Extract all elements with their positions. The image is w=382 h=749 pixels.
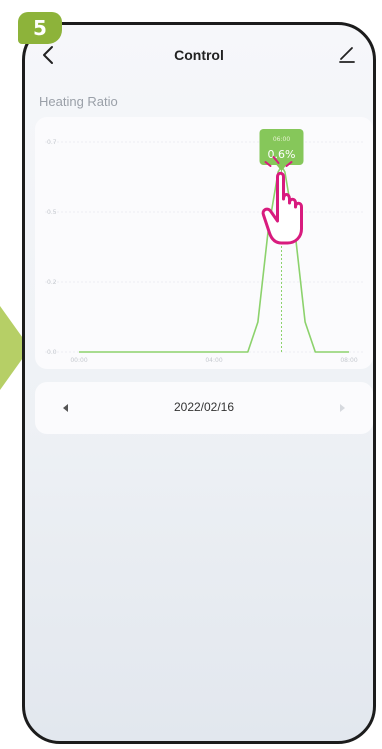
y-tick-label: 0.2 (47, 279, 57, 286)
chart-canvas: 0.7 0.5 0.2 0.0 00:00 04:00 08:00 06:00 0.6% (45, 129, 365, 364)
y-tick-label: 0.7 (47, 139, 57, 146)
header-bar: Control (25, 41, 373, 71)
tooltip-pointer (276, 165, 287, 171)
y-tick-label: 0.0 (47, 349, 57, 356)
x-tick-label: 08:00 (340, 357, 357, 364)
tooltip-time: 06:00 (273, 136, 290, 143)
triangle-right-icon[interactable] (333, 399, 351, 417)
heating-ratio-chart[interactable]: 0.7 0.5 0.2 0.0 00:00 04:00 08:00 06:00 0.6% (35, 117, 373, 369)
page-title: Control (174, 47, 224, 63)
phone-screen: Control Heating Ratio 0.7 0.5 0.2 0.0 00:00 0… (22, 22, 376, 744)
series-line (79, 165, 349, 353)
current-date: 2022/02/16 (173, 400, 235, 414)
pencil-icon[interactable] (335, 43, 359, 67)
step-badge: 5 (18, 12, 62, 44)
tooltip-value: 0.6% (268, 148, 296, 161)
date-navigator: 2022/02/16 (35, 382, 373, 434)
x-tick-label: 04:00 (205, 357, 222, 364)
section-label: Heating Ratio (39, 94, 118, 109)
y-tick-label: 0.5 (47, 209, 57, 216)
x-tick-label: 00:00 (70, 357, 87, 364)
